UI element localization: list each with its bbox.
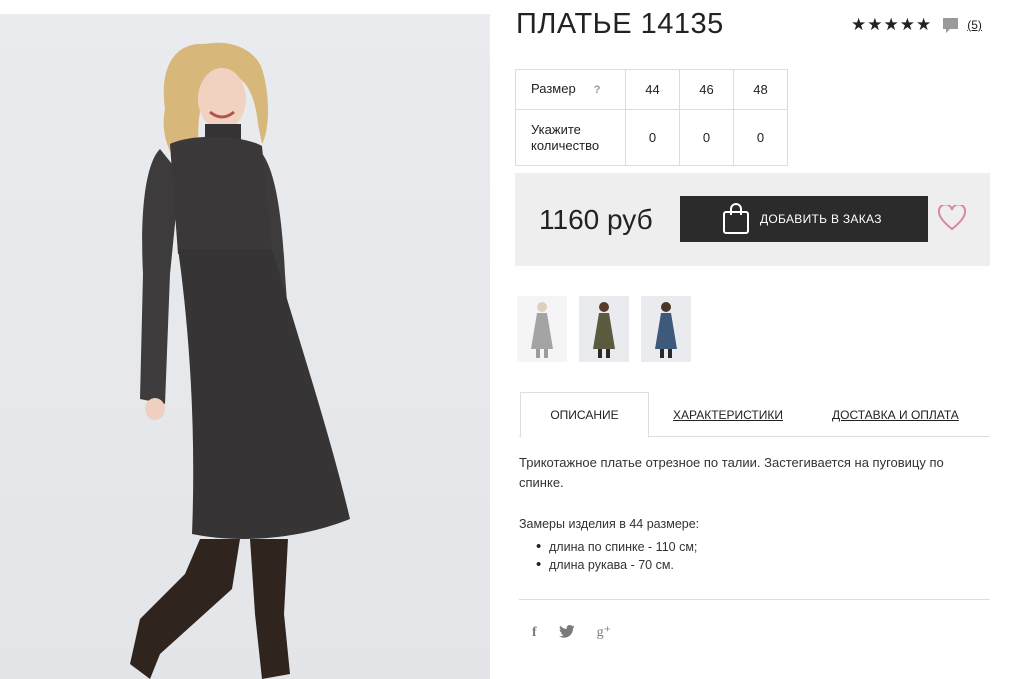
product-title: ПЛАТЬЕ 14135 (516, 8, 724, 40)
add-to-order-label: ДОБАВИТЬ В ЗАКАЗ (760, 212, 882, 226)
measure-list: длина по спинке - 110 см; длина рукава -… (536, 538, 697, 574)
size-option-46[interactable]: 46 (679, 69, 734, 110)
color-thumbnail-blue[interactable] (641, 296, 691, 362)
color-thumbnail-gray[interactable] (517, 296, 567, 362)
add-to-order-button[interactable]: ДОБАВИТЬ В ЗАКАЗ (680, 196, 928, 242)
facebook-icon[interactable]: f (532, 625, 537, 641)
product-photo[interactable] (0, 14, 490, 679)
rating-stars[interactable]: ★★★★★ (851, 16, 932, 34)
size-header: Размер? (515, 69, 626, 110)
info-tabs: ОПИСАНИЕ ХАРАКТЕРИСТИКИ ДОСТАВКА И ОПЛАТ… (519, 392, 990, 438)
measure-item: длина рукава - 70 см. (536, 556, 697, 574)
quantity-input-46[interactable]: 0 (679, 109, 734, 166)
tab-delivery-payment[interactable]: ДОСТАВКА И ОПЛАТА (832, 392, 959, 437)
description-text: Трикотажное платье отрезное по талии. За… (519, 455, 944, 490)
measure-title: Замеры изделия в 44 размере: (519, 517, 700, 531)
comment-icon[interactable] (942, 17, 959, 34)
color-thumbnails (517, 296, 691, 362)
size-option-44[interactable]: 44 (625, 69, 680, 110)
twitter-icon[interactable] (558, 624, 575, 641)
quantity-label: Укажите количество (515, 109, 626, 166)
size-option-48[interactable]: 48 (733, 69, 788, 110)
measure-item: длина по спинке - 110 см; (536, 538, 697, 556)
rating: ★★★★★ (5) (851, 16, 982, 34)
quantity-row: Укажите количество 0 0 0 (515, 109, 788, 166)
shopping-bag-icon (722, 203, 750, 235)
size-help-icon[interactable]: ? (594, 84, 601, 96)
price-panel: 1160 руб ДОБАВИТЬ В ЗАКАЗ (515, 173, 990, 266)
size-row: Размер? 44 46 48 (515, 69, 788, 110)
google-plus-icon[interactable]: g⁺ (597, 624, 611, 641)
quantity-input-44[interactable]: 0 (625, 109, 680, 166)
heart-icon[interactable] (937, 203, 967, 231)
social-share: f g⁺ (532, 624, 611, 641)
price: 1160 руб (539, 204, 653, 235)
quantity-input-48[interactable]: 0 (733, 109, 788, 166)
color-thumbnail-olive[interactable] (579, 296, 629, 362)
model-figure (130, 42, 350, 679)
tab-description[interactable]: ОПИСАНИЕ (520, 392, 649, 438)
divider (519, 599, 990, 600)
size-label: Размер (531, 81, 576, 96)
review-count-link[interactable]: (5) (967, 18, 982, 32)
tab-characteristics[interactable]: ХАРАКТЕРИСТИКИ (673, 392, 783, 437)
size-table: Размер? 44 46 48 Укажите количество 0 0 … (515, 69, 788, 166)
